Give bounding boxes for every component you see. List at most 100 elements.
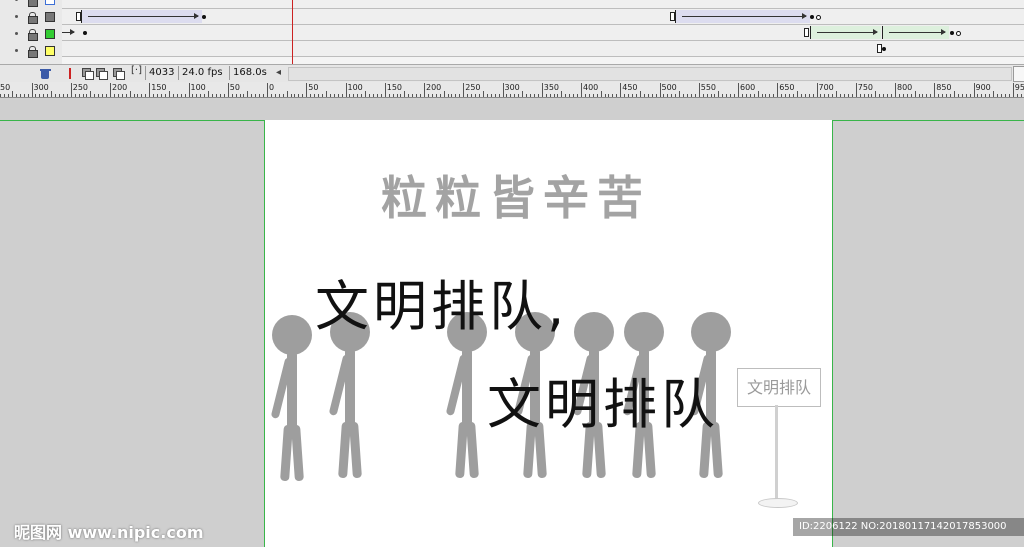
scroll-left-icon[interactable]: ◂ <box>276 67 281 78</box>
keyframe[interactable] <box>950 31 954 35</box>
ruler-tick <box>267 83 268 97</box>
layer-color-swatch[interactable] <box>45 29 55 39</box>
ruler-label: 150 <box>386 83 403 92</box>
ruler-tick <box>141 94 143 97</box>
motion-tween[interactable] <box>675 10 810 23</box>
ruler-tick <box>663 94 665 97</box>
motion-tween[interactable] <box>882 26 949 39</box>
visibility-dot-icon[interactable] <box>15 32 18 35</box>
keyframe[interactable] <box>956 31 961 36</box>
layer-row[interactable] <box>0 9 62 25</box>
ruler-tick <box>1008 94 1010 97</box>
queue-sign-board[interactable]: 文明排队 <box>737 368 821 407</box>
lock-icon[interactable] <box>28 12 38 24</box>
ruler-tick <box>898 94 900 97</box>
lock-icon[interactable] <box>28 46 38 58</box>
ruler-tick <box>639 91 641 97</box>
playhead[interactable] <box>292 0 293 64</box>
center-frame-icon[interactable] <box>64 68 75 79</box>
lock-icon[interactable] <box>28 29 38 41</box>
ruler-tick <box>102 94 104 97</box>
keyframe[interactable] <box>202 15 206 19</box>
frame-rate-field[interactable]: 24.0 fps <box>178 66 226 80</box>
frame-track[interactable] <box>62 25 1024 41</box>
frame-track[interactable] <box>62 9 1024 25</box>
frame-track[interactable] <box>62 41 1024 57</box>
ruler-tick <box>651 94 653 97</box>
ruler-tick <box>883 94 885 97</box>
scroll-right-icon[interactable] <box>1013 66 1024 82</box>
ruler-tick <box>404 91 406 97</box>
ruler-label: 100 <box>190 83 206 92</box>
ruler-tick <box>231 94 233 97</box>
ruler-tick <box>471 94 473 97</box>
ruler-tick <box>400 94 402 97</box>
motion-tween[interactable] <box>81 10 202 23</box>
layer-row[interactable] <box>0 0 62 8</box>
timeline-scrollbar[interactable] <box>288 67 1012 81</box>
slogan-line-2[interactable]: 文明排队 <box>487 360 719 439</box>
layer-color-swatch[interactable] <box>45 12 55 22</box>
ruler-tick <box>298 94 300 97</box>
ruler-tick <box>604 94 606 97</box>
ruler-tick <box>620 83 622 97</box>
keyframe[interactable] <box>810 15 814 19</box>
ruler-tick <box>863 94 865 97</box>
keyframe[interactable] <box>83 31 87 35</box>
ruler-tick <box>698 83 700 97</box>
motion-tween[interactable] <box>810 26 881 39</box>
ruler-tick <box>43 94 45 97</box>
modify-markers-icon[interactable] <box>131 65 143 79</box>
ruler-tick <box>867 94 869 97</box>
ruler-tick <box>223 94 225 97</box>
ruler-tick <box>706 94 708 97</box>
ruler-tick <box>686 94 688 97</box>
slogan-line-1[interactable]: 文明排队, <box>315 262 568 341</box>
visibility-dot-icon[interactable] <box>15 15 18 18</box>
ruler-label: 250 <box>72 83 89 92</box>
ruler-tick <box>31 83 33 97</box>
ruler-tick <box>765 94 767 97</box>
trash-icon[interactable] <box>40 68 51 79</box>
ruler-label: 600 <box>740 83 756 92</box>
ruler-tick <box>325 91 327 97</box>
layer-row[interactable] <box>0 26 62 42</box>
keyframe[interactable] <box>882 47 886 51</box>
frame-track[interactable] <box>62 0 1024 9</box>
visibility-dot-icon[interactable] <box>15 0 18 1</box>
ruler-tick <box>235 94 237 97</box>
layer-color-swatch[interactable] <box>45 0 55 5</box>
ruler-tick <box>204 94 206 97</box>
ruler-tick <box>569 94 571 97</box>
motion-tween[interactable] <box>62 26 78 39</box>
frame-grid[interactable] <box>62 0 1024 64</box>
ruler-tick <box>596 94 598 97</box>
ruler-tick <box>4 94 6 97</box>
ruler-tick <box>981 94 983 97</box>
ruler-tick <box>840 94 842 97</box>
onion-skin-icon[interactable] <box>82 68 94 80</box>
ruler-tick <box>137 94 139 97</box>
ruler-tick <box>196 94 198 97</box>
current-frame-field[interactable]: 4033 <box>145 66 177 80</box>
layer-row[interactable] <box>0 43 62 59</box>
onion-skin-outline-icon[interactable] <box>96 68 108 80</box>
ruler-tick <box>773 94 775 97</box>
ruler-tick <box>443 91 445 97</box>
subtitle-text[interactable]: 粒粒皆辛苦 <box>381 162 651 228</box>
ruler-tick <box>388 94 390 97</box>
ruler-tick <box>624 94 626 97</box>
lock-icon[interactable] <box>28 0 38 7</box>
ruler-tick <box>749 94 751 97</box>
keyframe[interactable] <box>816 15 821 20</box>
horizontal-ruler: 50 300 250 200 150 100 50 0 50 100 150 200 250 300 350… <box>0 82 1024 98</box>
layer-color-swatch[interactable] <box>45 46 55 56</box>
ruler-tick <box>526 94 528 97</box>
edit-multiple-frames-icon[interactable] <box>113 68 125 80</box>
ruler-tick <box>208 91 210 97</box>
ruler-tick <box>106 94 108 97</box>
visibility-dot-icon[interactable] <box>15 49 18 52</box>
ruler-tick <box>306 83 308 97</box>
ruler-tick <box>274 94 276 97</box>
blank-keyframe[interactable] <box>804 28 809 37</box>
